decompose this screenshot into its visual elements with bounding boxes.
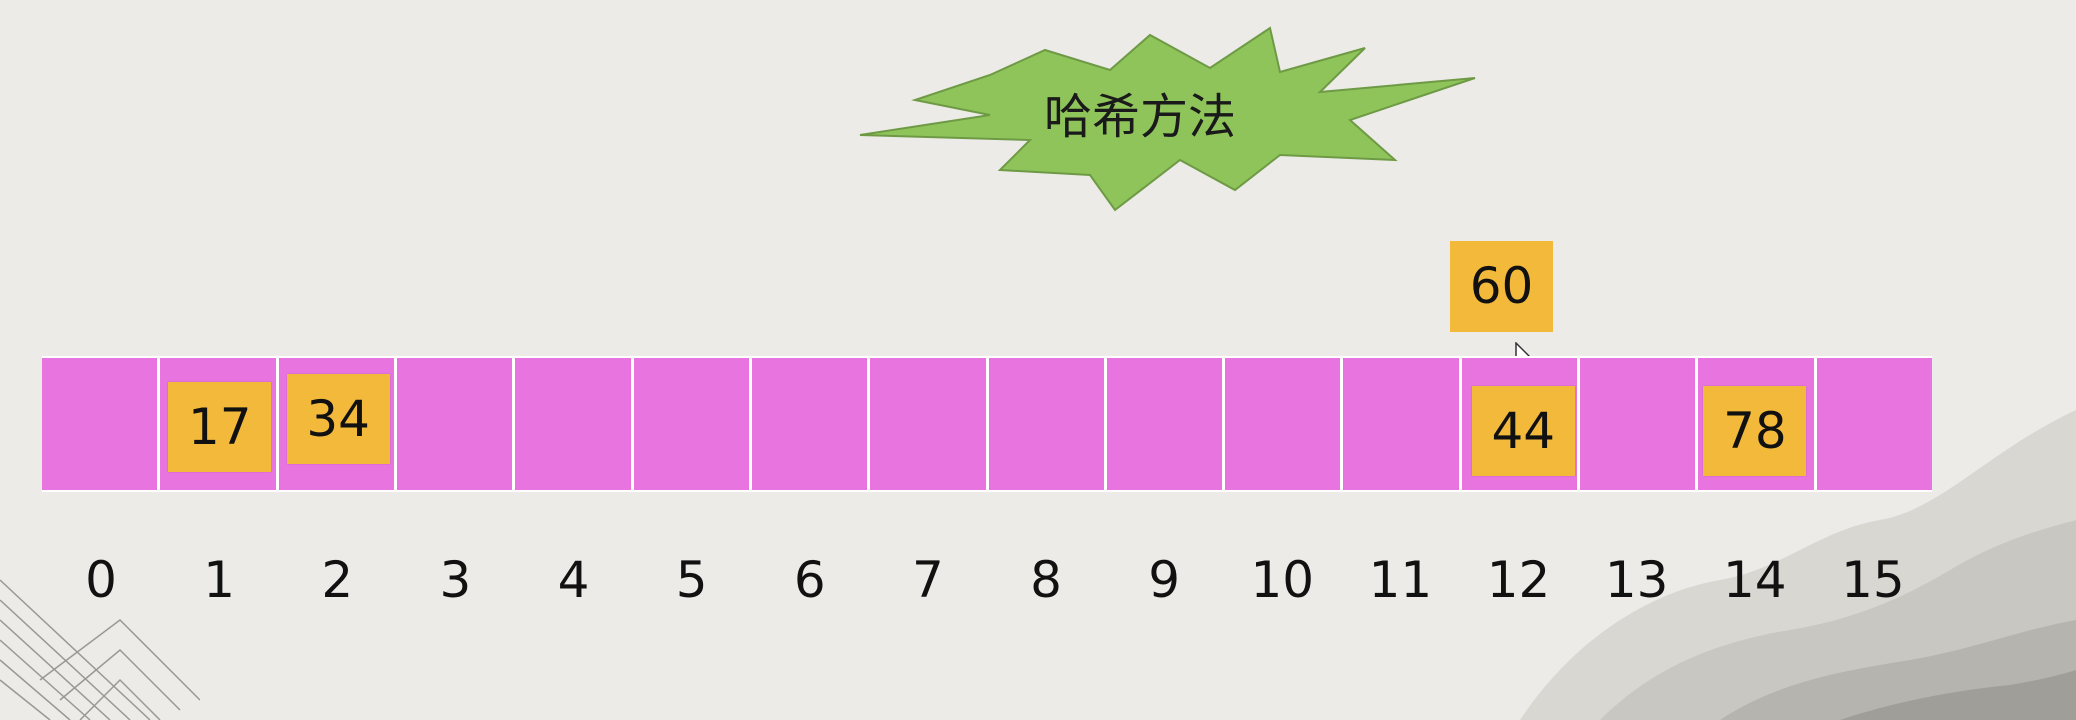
index-label: 2 bbox=[321, 551, 354, 609]
hash-slot-9 bbox=[1106, 358, 1226, 490]
index-label: 3 bbox=[439, 551, 472, 609]
hash-slot-15 bbox=[1816, 358, 1932, 490]
hash-slot-0 bbox=[42, 358, 161, 490]
hash-slot-3 bbox=[396, 358, 516, 490]
slot-value[interactable]: 44 bbox=[1471, 386, 1575, 476]
hash-slot-4 bbox=[515, 358, 634, 490]
index-label: 11 bbox=[1368, 551, 1433, 609]
hash-slot-10 bbox=[1225, 358, 1344, 490]
slot-value[interactable]: 34 bbox=[286, 374, 390, 464]
index-label: 15 bbox=[1841, 551, 1905, 609]
diagram-title: 哈希方法 bbox=[1043, 89, 1236, 145]
index-label: 14 bbox=[1723, 551, 1787, 609]
index-label: 4 bbox=[557, 551, 590, 609]
hash-slot-6 bbox=[751, 358, 871, 490]
index-label: 7 bbox=[912, 551, 944, 609]
slot-value[interactable]: 17 bbox=[168, 382, 272, 472]
index-label: 1 bbox=[203, 551, 236, 609]
index-label: 0 bbox=[85, 551, 117, 609]
hash-slot-13 bbox=[1580, 358, 1699, 490]
index-label: 8 bbox=[1030, 551, 1062, 609]
index-label: 10 bbox=[1250, 551, 1315, 609]
hash-slot-8 bbox=[988, 358, 1107, 490]
hash-slot-14: 78 bbox=[1698, 358, 1817, 490]
hash-slot-1: 17 bbox=[160, 358, 279, 490]
hash-slot-2: 34 bbox=[278, 358, 397, 490]
incoming-value-box[interactable]: 60 bbox=[1450, 241, 1553, 332]
index-label: 12 bbox=[1486, 551, 1551, 609]
hash-slot-7 bbox=[870, 358, 989, 490]
hash-slot-5 bbox=[633, 358, 752, 490]
index-label: 5 bbox=[675, 551, 708, 609]
hash-slot-11 bbox=[1343, 358, 1462, 490]
index-label: 9 bbox=[1148, 551, 1181, 609]
index-label: 6 bbox=[793, 551, 826, 609]
index-label: 13 bbox=[1604, 551, 1669, 609]
hash-table: 17 34 44 78 bbox=[42, 356, 1932, 492]
slot-value[interactable]: 78 bbox=[1703, 386, 1807, 476]
hash-slot-12: 44 bbox=[1461, 358, 1581, 490]
